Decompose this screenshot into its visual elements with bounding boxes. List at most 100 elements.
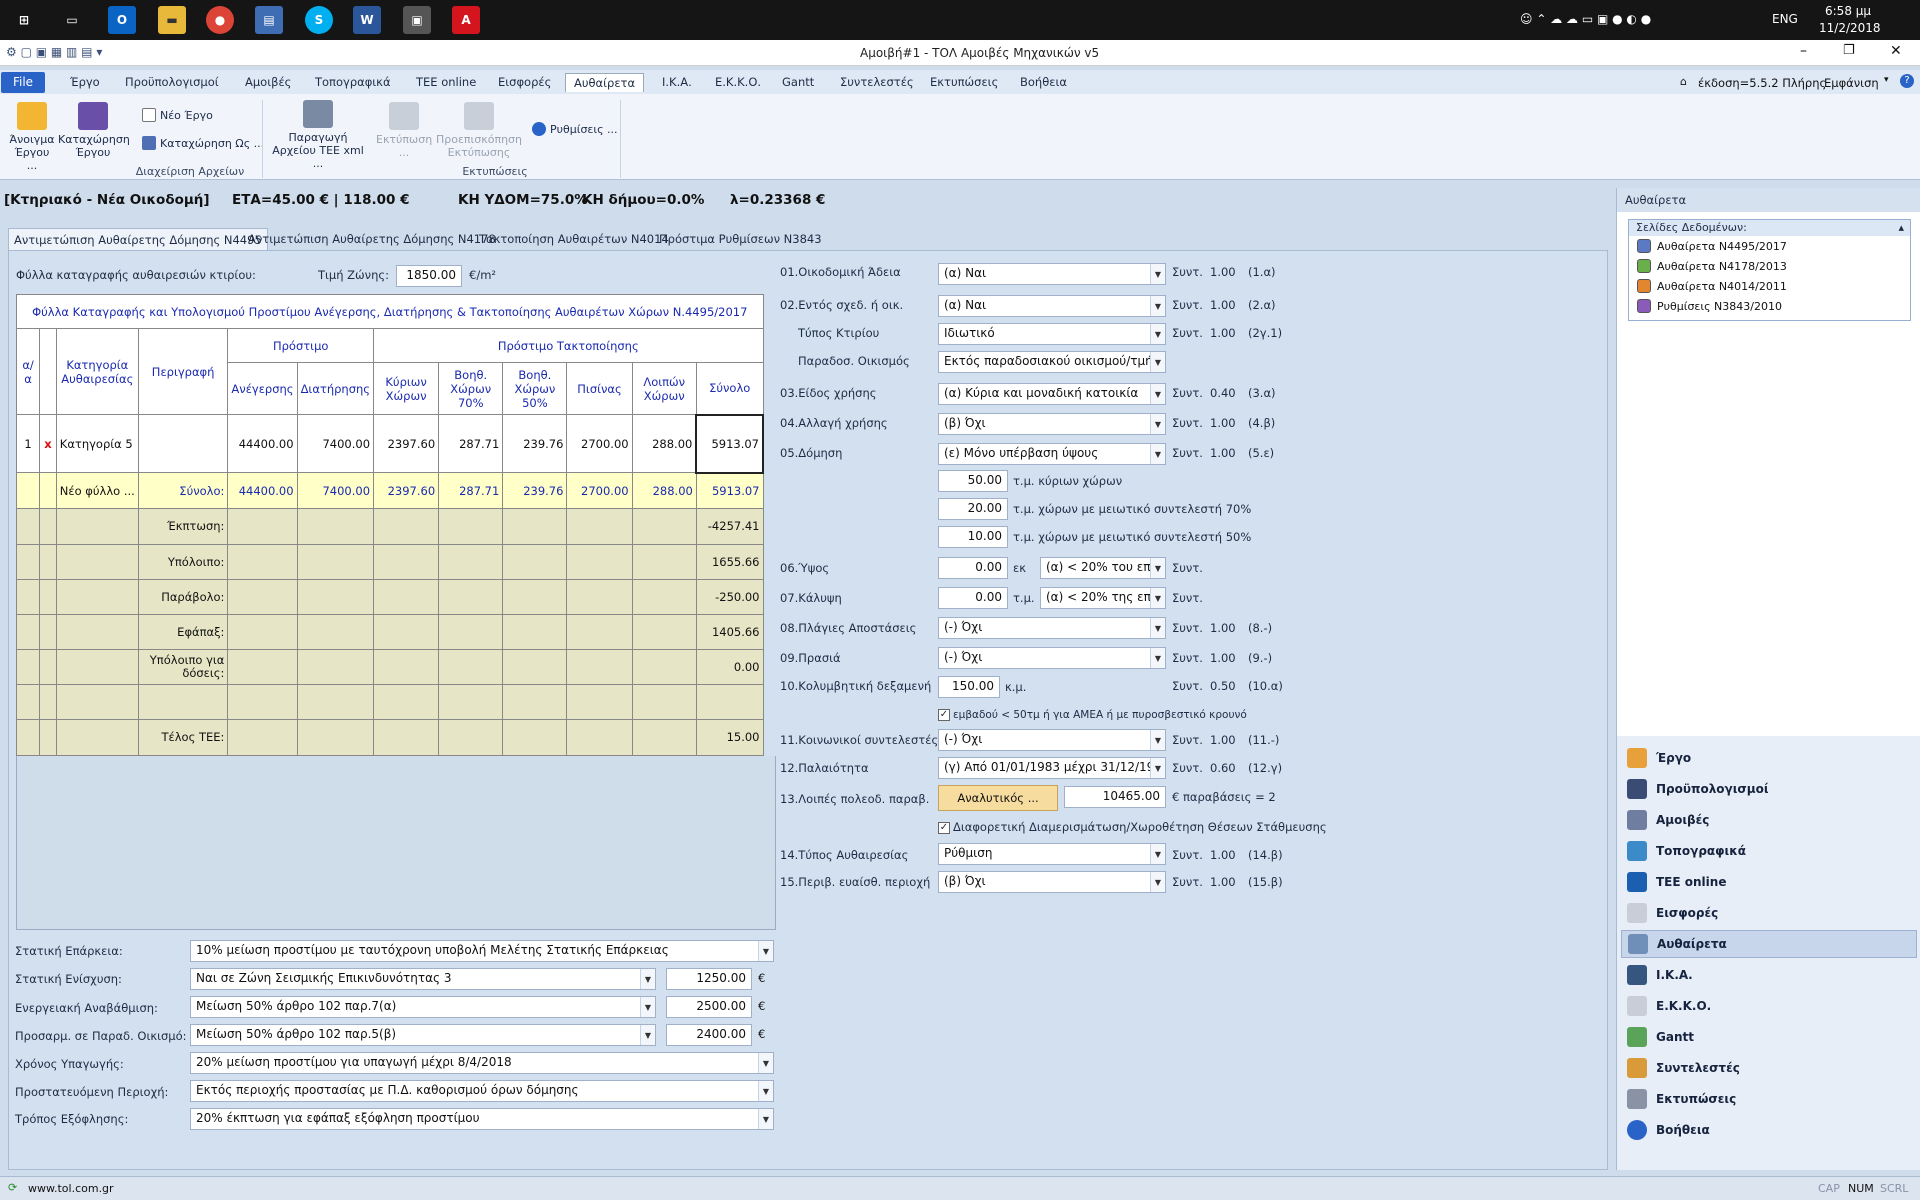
area-main-input[interactable]: 50.00 bbox=[938, 470, 1008, 492]
param-05-select[interactable]: (ε) Μόνο υπέρβαση ύψους ▼ bbox=[938, 443, 1166, 465]
tab-topografika[interactable]: Τοπογραφικά bbox=[307, 73, 399, 92]
table-row[interactable]: 1 x Κατηγορία 5 44400.00 7400.00 2397.60… bbox=[15, 413, 764, 474]
qat-icons[interactable]: ⚙ ▢ ▣ ▦ ▥ ▤ ▾ bbox=[6, 45, 102, 59]
chevron-down-icon[interactable]: ▾ bbox=[1884, 75, 1889, 85]
tray-icons[interactable]: ☺ ⌃ ☁ ☁ ▭ ▣ ● ◐ ● bbox=[1520, 12, 1651, 26]
tab-n4178[interactable]: Αντιμετώπιση Αυθαίρετης Δόμησης Ν4178 bbox=[243, 228, 501, 250]
area-50-input[interactable]: 10.00 bbox=[938, 526, 1008, 548]
appearance-menu[interactable]: Εμφάνιση bbox=[1824, 76, 1879, 90]
nav-gantt[interactable]: Gantt bbox=[1621, 1023, 1917, 1051]
row-voith50[interactable]: 239.76 bbox=[502, 414, 568, 474]
chevron-down-icon[interactable]: ▼ bbox=[1150, 352, 1165, 372]
param-06-input[interactable]: 0.00 bbox=[938, 557, 1008, 579]
tab-eisfores[interactable]: Εισφορές bbox=[490, 73, 559, 92]
nav-topografika[interactable]: Τοπογραφικά bbox=[1621, 837, 1917, 865]
tab-proypologismoi[interactable]: Προϋπολογισμοί bbox=[117, 73, 227, 92]
row-synolo[interactable]: 5913.07 bbox=[695, 413, 764, 474]
help-icon[interactable]: ? bbox=[1900, 74, 1914, 88]
param-15-select[interactable]: (β) Όχι ▼ bbox=[938, 871, 1166, 893]
energy-amount[interactable]: 2500.00 bbox=[666, 996, 752, 1018]
chevron-down-icon[interactable]: ▼ bbox=[758, 1109, 773, 1129]
tab-ektyposeis[interactable]: Εκτυπώσεις bbox=[922, 73, 1006, 92]
param-14-select[interactable]: Ρύθμιση ▼ bbox=[938, 843, 1166, 865]
traditional-select[interactable]: Μείωση 50% άρθρο 102 παρ.5(β) ▼ bbox=[190, 1024, 656, 1046]
row-pisinas[interactable]: 2700.00 bbox=[566, 414, 633, 474]
new-sheet-button[interactable]: Νέο φύλλο ... bbox=[55, 472, 139, 510]
remote-desktop-icon[interactable]: ▤ bbox=[255, 6, 283, 34]
tab-ergo[interactable]: Έργο bbox=[62, 73, 108, 92]
chevron-down-icon[interactable]: ▼ bbox=[1150, 296, 1165, 316]
param-07-input[interactable]: 0.00 bbox=[938, 587, 1008, 609]
language-indicator[interactable]: ENG bbox=[1772, 12, 1798, 26]
chevron-down-icon[interactable]: ▼ bbox=[758, 1081, 773, 1101]
tab-ekko[interactable]: Ε.Κ.Κ.Ο. bbox=[707, 73, 769, 92]
submission-time-select[interactable]: 20% μείωση προστίμου για υπαγωγή μέχρι 8… bbox=[190, 1052, 774, 1074]
clock-time[interactable]: 6:58 μμ bbox=[1825, 4, 1871, 18]
file-explorer-icon[interactable]: ▬ bbox=[158, 6, 186, 34]
row-description[interactable] bbox=[137, 414, 229, 474]
print-preview-button[interactable]: Προεπισκόπηση Εκτύπωσης bbox=[434, 102, 524, 159]
nav-afthaireta[interactable]: Αυθαίρετα bbox=[1621, 930, 1917, 958]
param-11-select[interactable]: (-) Όχι ▼ bbox=[938, 729, 1166, 751]
param-12-select[interactable]: (γ) Από 01/01/1983 μέχρι 31/12/199 ▼ bbox=[938, 757, 1166, 779]
nav-amoives[interactable]: Αμοιβές bbox=[1621, 806, 1917, 834]
zone-value-input[interactable]: 1850.00 bbox=[396, 265, 462, 287]
tol-app-icon[interactable]: ▣ bbox=[403, 6, 431, 34]
file-menu-button[interactable]: File bbox=[1, 72, 45, 93]
energy-select[interactable]: Μείωση 50% άρθρο 102 παρ.7(α) ▼ bbox=[190, 996, 656, 1018]
row-category[interactable]: Κατηγορία 5 bbox=[55, 414, 139, 474]
skype-icon[interactable]: S bbox=[305, 6, 333, 34]
chevron-down-icon[interactable]: ▼ bbox=[640, 1025, 655, 1045]
word-icon[interactable]: W bbox=[353, 6, 381, 34]
nav-ika[interactable]: Ι.Κ.Α. bbox=[1621, 961, 1917, 989]
tab-afthaireta[interactable]: Αυθαίρετα bbox=[565, 73, 645, 92]
chevron-down-icon[interactable]: ▼ bbox=[640, 969, 655, 989]
param-07-select[interactable]: (α) < 20% της επι ▼ bbox=[1040, 587, 1166, 609]
close-icon[interactable]: ✕ bbox=[1890, 43, 1902, 59]
param-04-select[interactable]: (β) Όχι ▼ bbox=[938, 413, 1166, 435]
tab-syntelestes[interactable]: Συντελεστές bbox=[832, 73, 922, 92]
chevron-down-icon[interactable]: ▼ bbox=[1150, 844, 1165, 864]
tab-n4014[interactable]: Τακτοποίηση Αυθαιρέτων Ν4014 bbox=[474, 228, 674, 250]
param-03-select[interactable]: (α) Κύρια και μοναδική κατοικία ▼ bbox=[938, 383, 1166, 405]
chevron-down-icon[interactable]: ▼ bbox=[1150, 758, 1165, 778]
nav-eisfores[interactable]: Εισφορές bbox=[1621, 899, 1917, 927]
param-09-select[interactable]: (-) Όχι ▼ bbox=[938, 647, 1166, 669]
chevron-down-icon[interactable]: ▼ bbox=[1150, 384, 1165, 404]
clock-date[interactable]: 11/2/2018 bbox=[1819, 21, 1881, 35]
traditional-settlement-select[interactable]: Εκτός παραδοσιακού οικισμού/τμήμα ▼ bbox=[938, 351, 1166, 373]
chrome-icon[interactable]: ● bbox=[206, 6, 234, 34]
checkbox-checked-icon[interactable]: ✓ bbox=[938, 821, 950, 834]
settings-button[interactable]: Ρυθμίσεις ... bbox=[532, 122, 618, 136]
nav-voitheia[interactable]: Βοήθεια bbox=[1621, 1116, 1917, 1144]
param-10-input[interactable]: 150.00 bbox=[938, 676, 1000, 698]
static-select[interactable]: 10% μείωση προστίμου με ταυτόχρονη υποβο… bbox=[190, 940, 774, 962]
tab-n4495[interactable]: Αντιμετώπιση Αυθαίρετης Δόμησης Ν4495 bbox=[8, 228, 268, 250]
row-diatirisis[interactable]: 7400.00 bbox=[296, 414, 375, 474]
chevron-down-icon[interactable]: ▼ bbox=[1150, 730, 1165, 750]
tab-n3843[interactable]: Πρόστιμα Ρυθμίσεων Ν3843 bbox=[654, 228, 827, 250]
reinforce-amount[interactable]: 1250.00 bbox=[666, 968, 752, 990]
protected-area-select[interactable]: Εκτός περιοχής προστασίας με Π.Δ. καθορι… bbox=[190, 1080, 774, 1102]
nav-ergo[interactable]: Έργο bbox=[1621, 744, 1917, 772]
param-13-input[interactable]: 10465.00 bbox=[1064, 786, 1166, 808]
row-loipon[interactable]: 288.00 bbox=[631, 414, 697, 474]
tab-ika[interactable]: Ι.Κ.Α. bbox=[654, 73, 700, 92]
param-13-checkbox[interactable]: ✓ Διαφορετική Διαμερισμάτωση/Χωροθέτηση Θ… bbox=[938, 820, 1327, 834]
generate-xml-button[interactable]: Παραγωγή Αρχείου ΤΕΕ xml ... bbox=[268, 100, 368, 170]
tab-gantt[interactable]: Gantt bbox=[774, 73, 822, 92]
restore-icon[interactable]: ❐ bbox=[1843, 43, 1855, 58]
traditional-amount[interactable]: 2400.00 bbox=[666, 1024, 752, 1046]
param-02-select[interactable]: (α) Ναι ▼ bbox=[938, 295, 1166, 317]
delete-row-icon[interactable]: x bbox=[39, 414, 57, 474]
nav-ekko[interactable]: Ε.Κ.Κ.Ο. bbox=[1621, 992, 1917, 1020]
nav-syntelestes[interactable]: Συντελεστές bbox=[1621, 1054, 1917, 1082]
data-page-n4178[interactable]: Αυθαίρετα Ν4178/2013 bbox=[1629, 256, 1910, 276]
windows-start-icon[interactable]: ⊞ bbox=[10, 6, 38, 34]
area-70-input[interactable]: 20.00 bbox=[938, 498, 1008, 520]
acrobat-icon[interactable]: A bbox=[452, 6, 480, 34]
chevron-down-icon[interactable]: ▼ bbox=[640, 997, 655, 1017]
row-anegersis[interactable]: 44400.00 bbox=[227, 414, 298, 474]
chevron-down-icon[interactable]: ▼ bbox=[758, 1053, 773, 1073]
open-project-button[interactable]: Άνοιγμα Έργου ... bbox=[8, 102, 56, 172]
